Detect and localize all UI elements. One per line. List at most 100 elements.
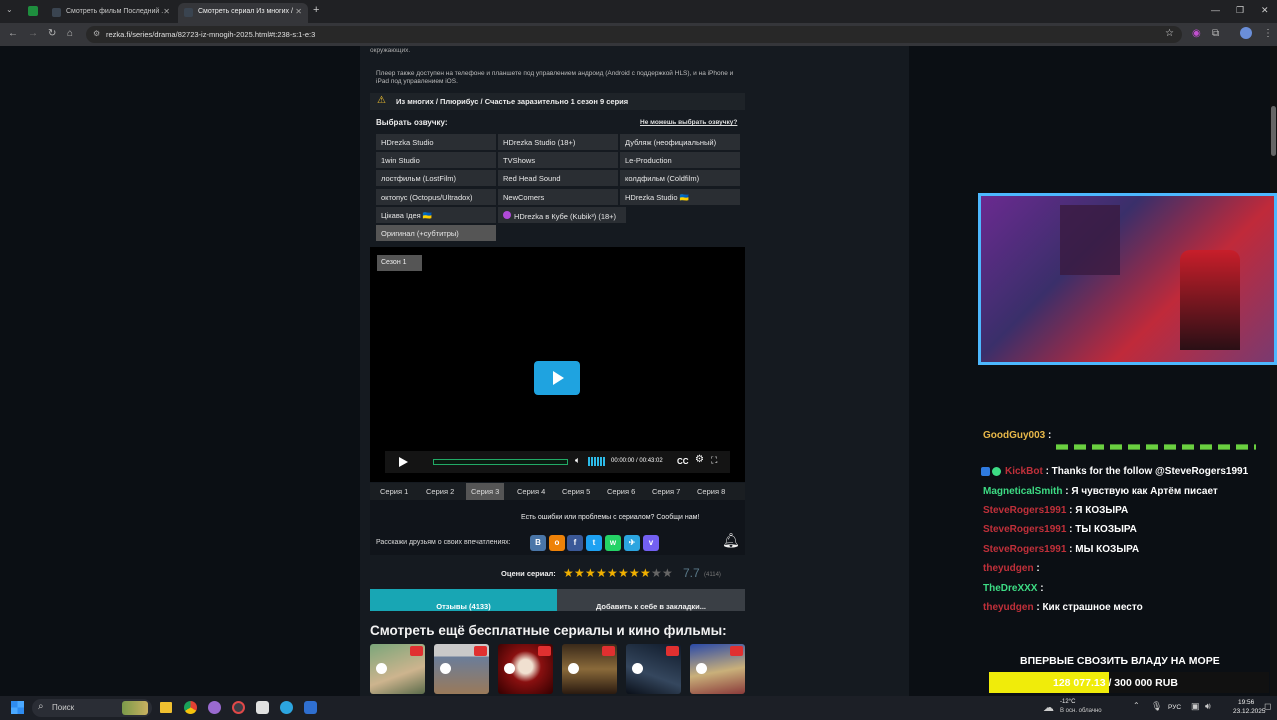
chat-username[interactable]: SteveRogers1991 bbox=[983, 505, 1066, 516]
chat-username[interactable]: SteveRogers1991 bbox=[983, 524, 1066, 535]
sheets-icon[interactable] bbox=[28, 6, 38, 16]
subtitles-icon[interactable]: CC bbox=[677, 457, 689, 466]
maximize-icon[interactable]: ❐ bbox=[1236, 5, 1244, 16]
app-icon[interactable] bbox=[208, 701, 221, 714]
rating-star-icon[interactable]: ★ bbox=[618, 566, 629, 580]
rating-star-icon[interactable]: ★ bbox=[563, 566, 574, 580]
voice-option[interactable]: октопус (Octopus/Ultradox) bbox=[376, 189, 496, 205]
rating-star-icon[interactable]: ★ bbox=[640, 566, 651, 580]
whatsapp-share-icon[interactable]: w bbox=[605, 535, 621, 551]
episode-item[interactable]: Серия 5 bbox=[552, 483, 597, 500]
reviews-button[interactable]: Отзывы (4133) bbox=[370, 589, 557, 611]
voice-option[interactable]: Le-Production bbox=[620, 152, 740, 168]
seek-bar[interactable] bbox=[433, 459, 568, 465]
twitter-share-icon[interactable]: t bbox=[586, 535, 602, 551]
minimize-icon[interactable]: — bbox=[1211, 5, 1220, 15]
play-control-icon[interactable] bbox=[397, 456, 409, 468]
voice-option-selected[interactable]: Оригинал (+субтитры) bbox=[376, 225, 496, 241]
back-icon[interactable]: ← bbox=[8, 28, 18, 39]
home-icon[interactable]: ⌂ bbox=[67, 28, 73, 39]
voice-option[interactable]: Цікава Ідея 🇺🇦 bbox=[376, 207, 496, 223]
chat-username[interactable]: TheDreXXX bbox=[983, 583, 1037, 594]
telegram-icon[interactable] bbox=[280, 701, 293, 714]
reload-icon[interactable]: ↻ bbox=[48, 28, 56, 39]
play-circle-icon[interactable] bbox=[632, 663, 643, 674]
voice-option[interactable]: Red Head Sound bbox=[498, 170, 618, 186]
chat-username[interactable]: theyudgen bbox=[983, 602, 1034, 613]
play-circle-icon[interactable] bbox=[440, 663, 451, 674]
bookmark-star-icon[interactable]: ☆ bbox=[1165, 28, 1174, 39]
voice-option[interactable]: HDrezka Studio 🇺🇦 bbox=[620, 189, 740, 205]
play-circle-icon[interactable] bbox=[696, 663, 707, 674]
video-player[interactable]: Сезон 1 🔈︎ 00:00:00 / 00:43:02 CC ⚙ ⛶ bbox=[370, 247, 745, 482]
menu-dots-icon[interactable]: ⋮ bbox=[1263, 28, 1273, 39]
play-circle-icon[interactable] bbox=[504, 663, 515, 674]
forward-icon[interactable]: → bbox=[28, 28, 38, 39]
voice-option[interactable]: TVShows bbox=[498, 152, 618, 168]
big-play-button[interactable] bbox=[534, 361, 580, 395]
voice-option[interactable]: HDrezka Studio (18+) bbox=[498, 134, 618, 150]
file-explorer-icon[interactable] bbox=[160, 702, 172, 713]
rating-star-icon[interactable]: ★ bbox=[574, 566, 585, 580]
volume-icon[interactable]: 🔈︎ bbox=[575, 455, 580, 466]
app-icon[interactable] bbox=[304, 701, 317, 714]
play-circle-icon[interactable] bbox=[376, 663, 387, 674]
voice-option[interactable]: 1win Studio bbox=[376, 152, 496, 168]
tray-chevron-icon[interactable]: ⌃ bbox=[1133, 701, 1140, 710]
rating-star-icon[interactable]: ★ bbox=[651, 566, 662, 580]
close-icon[interactable]: ✕ bbox=[163, 7, 170, 16]
viber-share-icon[interactable]: v bbox=[643, 535, 659, 551]
notification-bell-icon[interactable]: 🔔︎ bbox=[722, 532, 742, 552]
rating-star-icon[interactable]: ★ bbox=[662, 566, 673, 580]
error-report-link[interactable]: Есть ошибки или проблемы с сериалом? Соо… bbox=[521, 514, 699, 521]
taskbar-search[interactable]: ⌕ Поиск bbox=[32, 699, 152, 717]
episode-item[interactable]: Серия 7 bbox=[642, 483, 687, 500]
clock-time[interactable]: 19:56 bbox=[1238, 699, 1254, 706]
chrome-icon[interactable] bbox=[184, 701, 197, 714]
fullscreen-icon[interactable]: ⛶ bbox=[711, 455, 717, 466]
chat-username[interactable]: GoodGuy003 bbox=[983, 430, 1045, 441]
play-circle-icon[interactable] bbox=[568, 663, 579, 674]
voice-option[interactable]: NewComers bbox=[498, 189, 618, 205]
window-close-icon[interactable]: ✕ bbox=[1261, 5, 1269, 16]
episode-item-selected[interactable]: Серия 3 bbox=[466, 483, 504, 500]
voice-option[interactable]: HDrezka в Кубе (Kubik³) (18+) bbox=[498, 207, 626, 223]
episode-item[interactable]: Серия 8 bbox=[687, 483, 735, 500]
scrollbar-thumb[interactable] bbox=[1271, 106, 1276, 156]
voice-option[interactable]: колдфильм (Coldfilm) bbox=[620, 170, 740, 186]
chat-username[interactable]: KickBot bbox=[1005, 466, 1043, 477]
episode-item[interactable]: Серия 4 bbox=[507, 483, 552, 500]
chat-username[interactable]: MagneticalSmith bbox=[983, 486, 1062, 497]
volume-level[interactable] bbox=[588, 457, 605, 466]
telegram-share-icon[interactable]: ✈ bbox=[624, 535, 640, 551]
rating-star-icon[interactable]: ★ bbox=[607, 566, 618, 580]
rating-star-icon[interactable]: ★ bbox=[585, 566, 596, 580]
bookmark-button[interactable]: Добавить к себе в закладки... bbox=[557, 589, 745, 611]
extension-icon[interactable]: ◉ bbox=[1192, 28, 1201, 39]
season-select[interactable]: Сезон 1 bbox=[377, 255, 422, 271]
rating-star-icon[interactable]: ★ bbox=[596, 566, 607, 580]
voice-option[interactable]: лостфильм (LostFilm) bbox=[376, 170, 496, 186]
new-tab-icon[interactable]: + bbox=[313, 4, 319, 16]
network-icon[interactable]: ▣ bbox=[1191, 701, 1200, 712]
extensions-puzzle-icon[interactable]: ⧉ bbox=[1212, 28, 1219, 39]
vk-share-icon[interactable]: В bbox=[530, 535, 546, 551]
tab-film[interactable]: Смотреть фильм Последний . ✕ bbox=[46, 3, 176, 23]
chat-username[interactable]: theyudgen bbox=[983, 563, 1034, 574]
volume-tray-icon[interactable]: 🔊︎ bbox=[1205, 701, 1211, 712]
clock-date[interactable]: 23.12.2025 bbox=[1233, 708, 1266, 715]
episode-item[interactable]: Серия 1 bbox=[370, 483, 415, 500]
site-info-icon[interactable]: ⚙ bbox=[93, 29, 100, 38]
settings-gear-icon[interactable]: ⚙ bbox=[695, 454, 704, 465]
close-icon[interactable]: ✕ bbox=[295, 7, 302, 16]
voice-help-link[interactable]: Не можешь выбрать озвучку? bbox=[640, 119, 737, 126]
profile-avatar-icon[interactable] bbox=[1240, 27, 1252, 39]
weather-temp[interactable]: -12°C bbox=[1060, 699, 1075, 705]
voice-option[interactable]: Дубляж (неофициальный) bbox=[620, 134, 740, 150]
address-input[interactable]: ⚙ rezka.fi/series/drama/82723-iz-mnogih-… bbox=[86, 26, 1182, 43]
start-windows-icon[interactable] bbox=[11, 701, 24, 714]
rating-star-icon[interactable]: ★ bbox=[629, 566, 640, 580]
tab-list-icon[interactable]: ⌄ bbox=[6, 5, 13, 14]
episode-item[interactable]: Серия 6 bbox=[597, 483, 642, 500]
tab-series[interactable]: Смотреть сериал Из многих / ✕ bbox=[178, 3, 308, 23]
